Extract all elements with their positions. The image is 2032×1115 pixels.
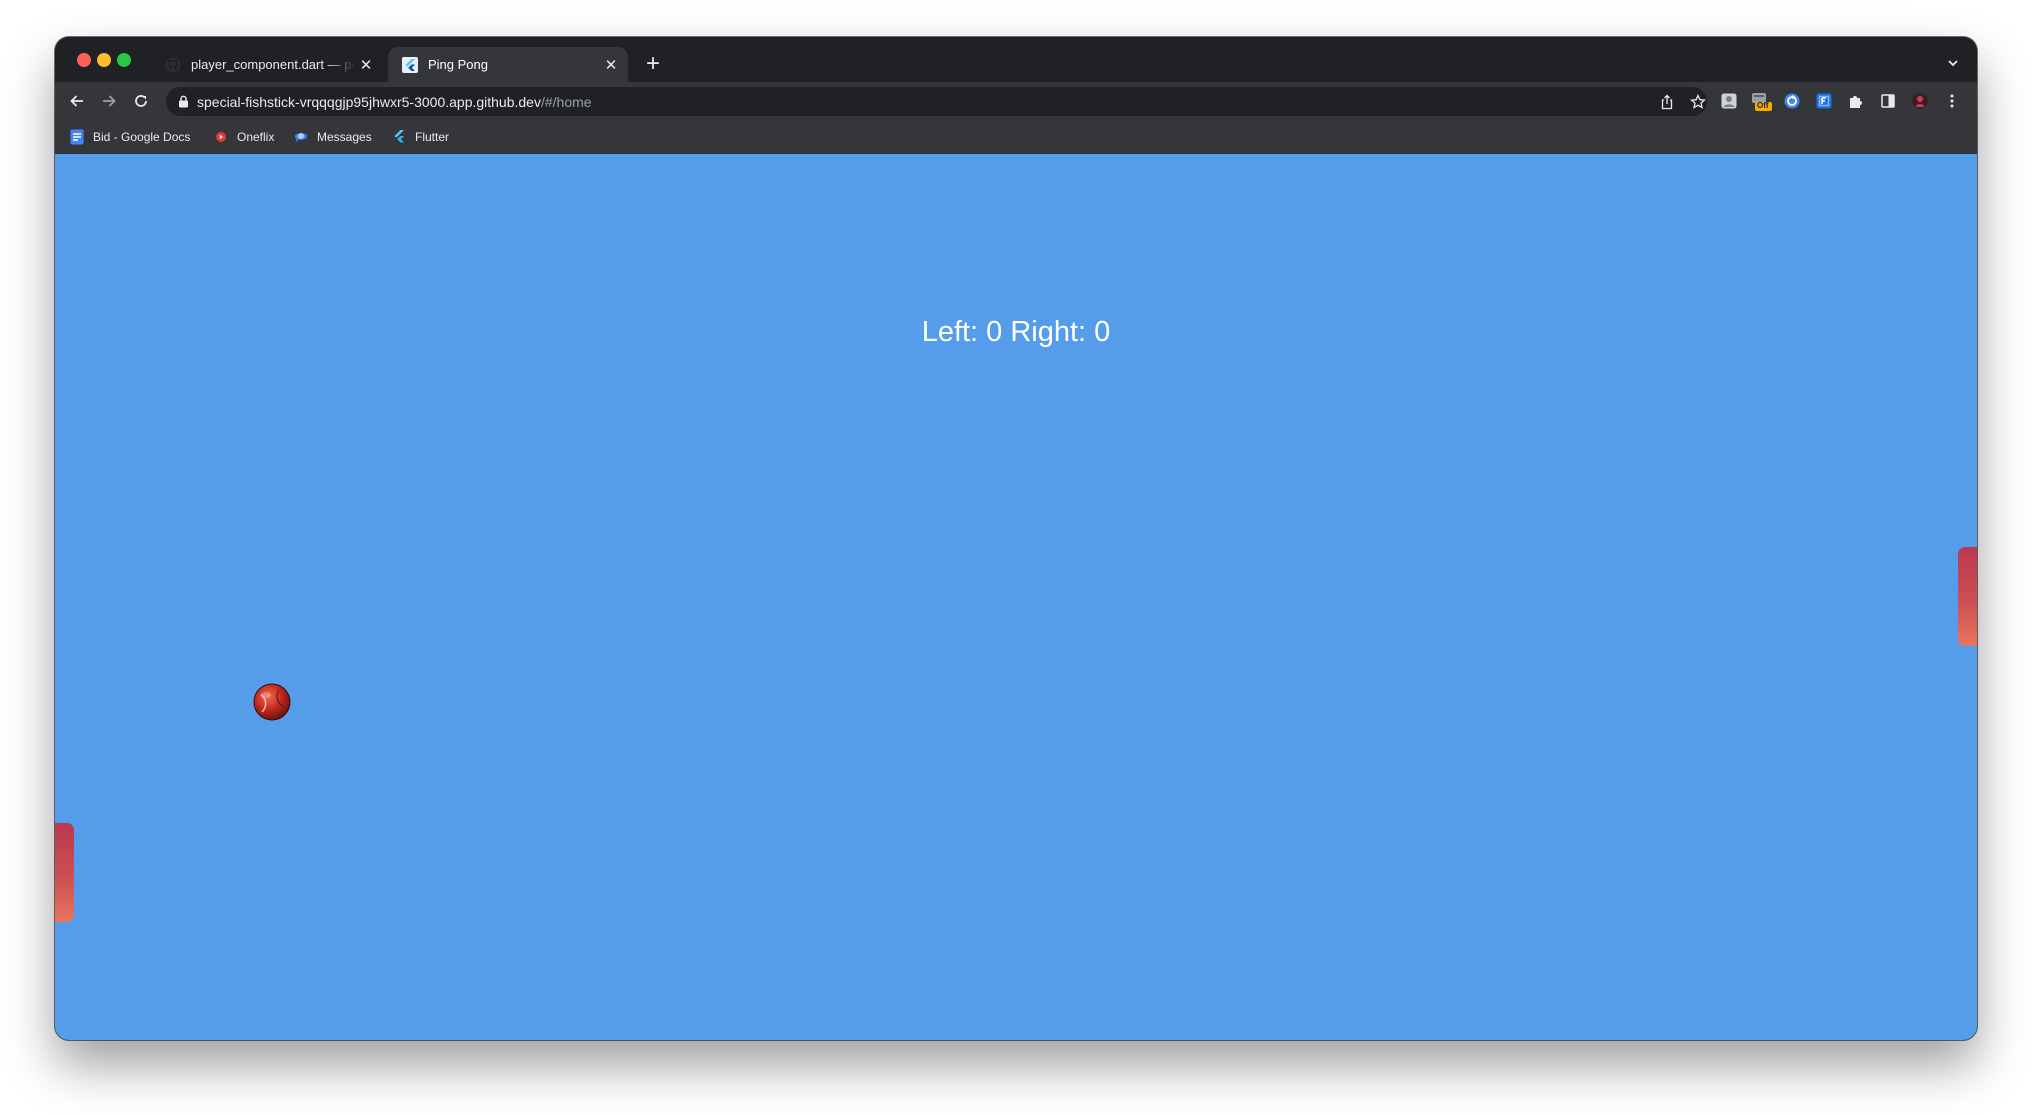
address-bar[interactable]: special-fishstick-vrqqqgjp95jhwxr5-3000.…: [166, 87, 1707, 116]
bookmark-label: Bid - Google Docs: [93, 130, 191, 144]
close-icon[interactable]: ✕: [355, 54, 377, 76]
flutter-icon: [402, 56, 418, 73]
lock-icon: [178, 95, 189, 113]
forward-arrow-icon[interactable]: [96, 88, 122, 114]
tab-strip: player_component.dart — pong ✕ Ping Pong…: [55, 37, 1977, 82]
bookmark-label: Oneflix: [237, 130, 275, 144]
chevron-down-icon[interactable]: [1941, 51, 1965, 75]
bookmark-oneflix[interactable]: Oneflix: [213, 127, 274, 147]
extension-flutter-devtools-icon[interactable]: [1813, 90, 1835, 112]
window-maximize-button[interactable]: [117, 53, 131, 67]
browser-window: player_component.dart — pong ✕ Ping Pong…: [55, 37, 1977, 1040]
right-paddle: [1958, 547, 1977, 646]
avatar[interactable]: [1909, 90, 1931, 112]
close-icon[interactable]: ✕: [600, 54, 622, 76]
score-text: Left: 0 Right: 0: [921, 316, 1111, 348]
github-icon: [165, 57, 181, 73]
url-text: special-fishstick-vrqqqgjp95jhwxr5-3000.…: [197, 94, 592, 110]
bookmark-star-icon[interactable]: [1687, 91, 1709, 113]
browser-toolbar: special-fishstick-vrqqqgjp95jhwxr5-3000.…: [55, 82, 1977, 120]
bookmark-messages[interactable]: Messages: [293, 127, 372, 147]
share-icon[interactable]: [1656, 91, 1678, 113]
url-host: special-fishstick-vrqqqgjp95jhwxr5-3000.…: [197, 94, 541, 110]
window-minimize-button[interactable]: [97, 53, 111, 67]
bookmark-label: Messages: [317, 130, 372, 144]
flutter-icon: [391, 129, 407, 145]
bookmark-flutter[interactable]: Flutter: [391, 127, 449, 147]
more-menu-icon[interactable]: [1941, 90, 1963, 112]
window-close-button[interactable]: [77, 53, 91, 67]
bookmark-label: Flutter: [415, 130, 450, 144]
side-panel-icon[interactable]: [1877, 90, 1899, 112]
url-path: /#/home: [540, 94, 592, 110]
new-tab-button[interactable]: +: [640, 50, 666, 77]
bookmarks-bar: Bid - Google Docs Oneflix Messages Flutt…: [55, 120, 1977, 154]
extension-profile-icon[interactable]: [1718, 90, 1740, 112]
tab-ping-pong[interactable]: Ping Pong ✕: [388, 47, 628, 82]
puzzle-icon[interactable]: [1845, 90, 1867, 112]
back-arrow-icon[interactable]: [64, 88, 90, 114]
google-docs-icon: [69, 129, 85, 145]
tab-player-component[interactable]: player_component.dart — pong ✕: [151, 47, 383, 82]
reload-icon[interactable]: [128, 88, 154, 114]
extension-sync-icon[interactable]: [1781, 90, 1803, 112]
oneflix-icon: [213, 129, 229, 145]
tab-title: player_component.dart — pong: [191, 57, 355, 72]
game-canvas[interactable]: Left: 0 Right: 0: [55, 154, 1977, 1040]
ball: [253, 683, 291, 721]
extension-off-icon[interactable]: Off: [1750, 90, 1772, 112]
messages-icon: [293, 129, 309, 145]
bookmark-bid-google-docs[interactable]: Bid - Google Docs: [69, 127, 190, 147]
left-paddle: [55, 823, 74, 922]
extension-badge: Off: [1757, 101, 1769, 110]
tab-title: Ping Pong: [428, 57, 488, 72]
